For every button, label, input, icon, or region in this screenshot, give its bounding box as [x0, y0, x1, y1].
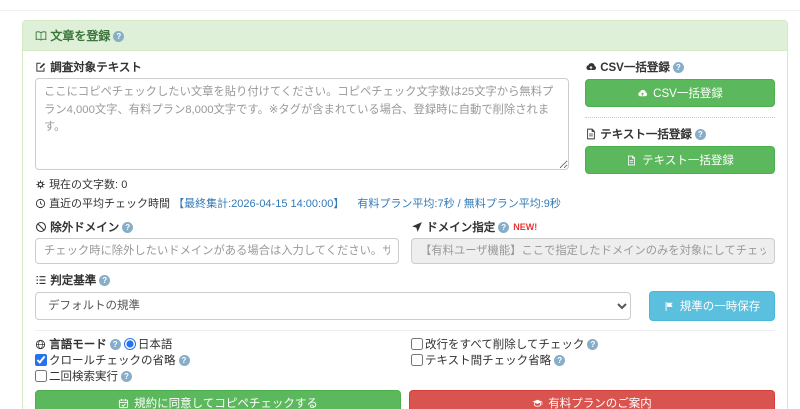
exclude-domain-input[interactable] — [35, 238, 399, 264]
text-between-skip-line: テキスト間チェック省略? — [411, 353, 775, 369]
cloud-upload-icon — [585, 61, 597, 73]
exclude-domain-field: 除外ドメイン? — [35, 219, 399, 264]
text-bulk-label-row: テキスト一括登録? — [585, 126, 775, 142]
text-bulk-button[interactable]: テキスト一括登録 — [585, 146, 775, 174]
avg-check-detail: 有料プラン平均:7秒 / 無料プラン平均:9秒 — [357, 198, 561, 210]
language-icon — [35, 339, 46, 350]
csv-bulk-button[interactable]: CSV一括登録 — [585, 79, 775, 107]
ban-icon — [35, 221, 47, 233]
cloud-upload-icon — [637, 88, 648, 99]
page-divider — [0, 10, 800, 11]
domain-spec-label: ドメイン指定 — [426, 222, 496, 234]
criteria-label: 判定基準 — [50, 275, 97, 287]
help-icon[interactable]: ? — [587, 339, 599, 350]
register-text-panel: 文章を登録? 調査対象テキスト 現在の文字数: 0 直近の平均チェック時間 【 — [22, 20, 788, 409]
char-count-line: 現在の文字数: 0 — [35, 176, 569, 192]
text-bulk-label: テキスト一括登録 — [600, 129, 692, 141]
new-badge: NEW! — [513, 222, 538, 232]
save-criteria-button[interactable]: 規準の一時保存 — [649, 291, 775, 321]
csv-bulk-label-row: CSV一括登録? — [585, 59, 775, 75]
location-arrow-icon — [411, 221, 423, 233]
help-icon[interactable]: ? — [178, 355, 190, 366]
paid-plan-button[interactable]: 有料プランのご案内 — [409, 390, 775, 409]
exclude-domain-label: 除外ドメイン — [50, 222, 120, 234]
remove-newline-line: 改行をすべて削除してチェック? — [411, 337, 775, 353]
clock-icon — [35, 198, 46, 209]
avg-check-line: 直近の平均チェック時間 【最終集計:2026-04-15 14:00:00】 有… — [35, 195, 569, 211]
text-between-skip-checkbox[interactable] — [411, 354, 423, 366]
options-right-column: 改行をすべて削除してチェック? テキスト間チェック省略? — [411, 337, 775, 385]
help-icon[interactable]: ? — [109, 339, 121, 350]
panel-title: 文章を登録 — [50, 29, 111, 43]
file-text-icon — [585, 128, 597, 140]
avg-check-label: 直近の平均チェック時間 — [49, 198, 171, 210]
crawl-skip-label: クロールチェックの省略 — [49, 355, 176, 367]
double-search-label: 二回検索実行 — [49, 371, 118, 383]
graduation-cap-icon — [532, 398, 543, 409]
avg-check-summary: 【最終集計:2026-04-15 14:00:00】 — [173, 198, 345, 210]
source-text-input[interactable] — [35, 78, 569, 170]
language-japanese-radio[interactable] — [123, 338, 136, 350]
language-mode-line: 言語モード? 日本語 — [35, 337, 399, 353]
remove-newline-checkbox[interactable] — [411, 338, 423, 350]
remove-newline-label: 改行をすべて削除してチェック — [425, 339, 585, 351]
double-search-line: 二回検索実行? — [35, 369, 399, 385]
char-count-label: 現在の文字数: — [49, 179, 119, 191]
source-text-label: 調査対象テキスト — [50, 62, 142, 74]
bulk-section-divider — [585, 117, 775, 118]
calendar-check-icon — [118, 398, 129, 409]
help-icon[interactable]: ? — [99, 275, 111, 286]
edit-icon — [35, 61, 47, 73]
csv-bulk-label: CSV一括登録 — [600, 62, 670, 74]
help-icon[interactable]: ? — [498, 222, 510, 233]
list-icon — [35, 274, 47, 286]
crawl-skip-checkbox[interactable] — [35, 354, 47, 366]
flag-icon — [664, 301, 675, 312]
help-icon[interactable]: ? — [694, 129, 706, 140]
help-icon[interactable]: ? — [121, 371, 132, 382]
panel-header: 文章を登録? — [23, 21, 787, 51]
text-between-skip-label: テキスト間チェック省略 — [425, 355, 552, 367]
language-mode-label: 言語モード — [49, 339, 107, 351]
gears-icon — [35, 179, 46, 190]
domain-spec-field: ドメイン指定? NEW! — [411, 219, 775, 264]
domain-spec-input — [411, 238, 775, 264]
double-search-checkbox[interactable] — [35, 370, 47, 382]
help-icon[interactable]: ? — [554, 355, 566, 366]
source-text-label-row: 調査対象テキスト — [35, 62, 142, 74]
section-divider — [35, 330, 775, 331]
submit-check-button[interactable]: 規約に同意してコピペチェックする — [35, 390, 401, 409]
char-count-value: 0 — [121, 179, 128, 191]
help-icon[interactable]: ? — [122, 222, 134, 233]
file-text-icon — [626, 155, 637, 166]
criteria-select[interactable]: デフォルトの規準 — [35, 292, 631, 320]
crawl-skip-line: クロールチェックの省略? — [35, 353, 399, 369]
language-japanese-label: 日本語 — [137, 339, 173, 351]
options-left-column: 言語モード? 日本語 クロールチェックの省略? 二回検索実行? — [35, 337, 399, 385]
book-icon — [35, 30, 47, 42]
help-icon[interactable]: ? — [113, 31, 125, 42]
criteria-label-row: 判定基準? — [35, 274, 111, 287]
help-icon[interactable]: ? — [672, 62, 684, 73]
